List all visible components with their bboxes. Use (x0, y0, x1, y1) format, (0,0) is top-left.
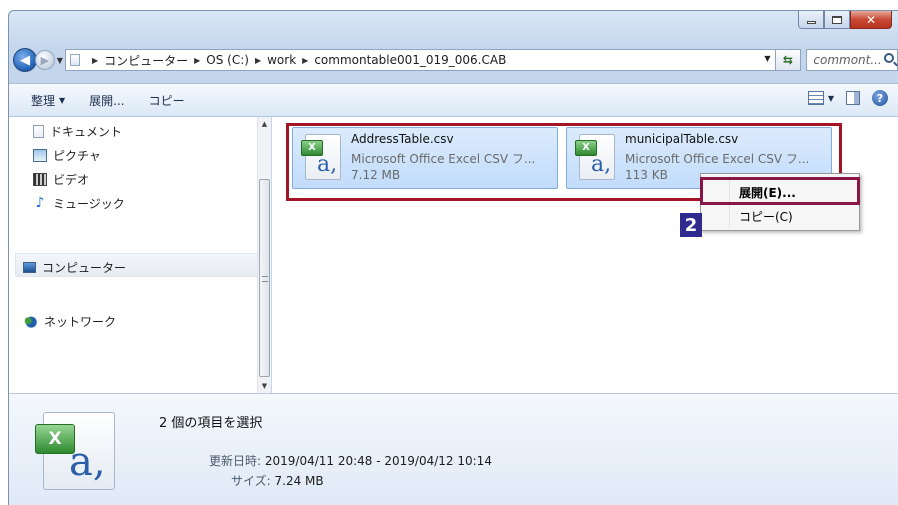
breadcrumb-separator-icon[interactable]: ▶ (194, 56, 200, 65)
preview-pane-icon[interactable] (846, 91, 860, 105)
grip-icon (262, 276, 268, 282)
chevron-down-icon: ▼ (59, 95, 66, 105)
pictures-icon (33, 149, 47, 162)
back-button[interactable]: ◀ (13, 48, 37, 72)
scroll-up-icon[interactable]: ▲ (258, 117, 271, 131)
copy-button[interactable]: コピー (149, 92, 185, 109)
maximize-button[interactable] (824, 11, 850, 29)
sidebar-item-computer[interactable]: コンピューター (23, 259, 126, 276)
refresh-button[interactable]: ⇆ (775, 49, 802, 71)
address-bar[interactable]: ▶ コンピューター ▶ OS (C:) ▶ work ▶ commontable… (64, 49, 776, 71)
explorer-window: ✕ ◀ ▶ ▼ ▶ コンピューター ▶ OS (C:) ▶ work ▶ com… (8, 10, 898, 505)
back-arrow-icon: ◀ (19, 52, 30, 68)
address-dropdown-icon[interactable]: ▼ (764, 54, 770, 63)
size-row: サイズ: 7.24 MB (231, 472, 324, 489)
forward-arrow-icon: ▶ (40, 53, 50, 67)
sidebar-item-label: ピクチャ (53, 149, 101, 163)
recent-pages-dropdown[interactable]: ▼ (57, 56, 63, 65)
search-input[interactable]: commont... (806, 49, 898, 71)
chevron-down-icon[interactable]: ▼ (828, 94, 834, 103)
organize-button[interactable]: 整理 ▼ (31, 92, 65, 109)
sidebar-item-label: コンピューター (42, 261, 127, 275)
sidebar-item-label: ネットワーク (44, 315, 117, 329)
close-button[interactable]: ✕ (850, 11, 892, 29)
breadcrumb-separator-icon[interactable]: ▶ (92, 56, 98, 65)
documents-icon (33, 125, 44, 138)
command-bar: 整理 ▼ 展開... コピー ▼ ? (9, 83, 898, 117)
video-icon (33, 173, 47, 186)
folder-icon (69, 54, 80, 66)
nav-scrollbar[interactable]: ▲ ▼ (257, 117, 271, 393)
extract-button[interactable]: 展開... (89, 92, 124, 109)
scroll-down-icon[interactable]: ▼ (258, 379, 271, 393)
breadcrumb-separator-icon[interactable]: ▶ (255, 56, 261, 65)
breadcrumb-separator-icon[interactable]: ▶ (302, 56, 308, 65)
details-pane: X a, 2 個の項目を選択 更新日時: 2019/04/11 20:48 - … (9, 393, 898, 505)
menu-item-copy[interactable]: コピー(C) (739, 208, 793, 225)
music-icon: ♪ (35, 195, 45, 211)
step-number-badge: 2 (680, 213, 702, 237)
network-icon (23, 315, 38, 328)
sidebar-item-label: ドキュメント (50, 125, 123, 139)
size-label: サイズ: (231, 474, 271, 488)
breadcrumb-cab[interactable]: commontable001_019_006.CAB (314, 53, 506, 67)
change-view-icon[interactable] (807, 91, 824, 105)
sidebar-item-pictures[interactable]: ピクチャ (33, 147, 101, 164)
search-icon[interactable] (883, 53, 894, 63)
refresh-icon: ⇆ (782, 53, 793, 67)
sidebar-item-label: ビデオ (53, 173, 90, 187)
sidebar-item-video[interactable]: ビデオ (33, 171, 89, 188)
breadcrumb-work[interactable]: work (267, 53, 296, 67)
modified-value: 2019/04/11 20:48 - 2019/04/12 10:14 (264, 454, 492, 468)
extract-label: 展開... (89, 93, 125, 108)
breadcrumb-drive[interactable]: OS (C:) (206, 53, 249, 67)
close-icon: ✕ (865, 12, 877, 27)
size-value: 7.24 MB (274, 474, 324, 488)
organize-label: 整理 (31, 93, 56, 108)
forward-button[interactable]: ▶ (34, 50, 55, 70)
breadcrumb-computer[interactable]: コンピューター (104, 52, 188, 69)
view-controls: ▼ ? (807, 90, 888, 106)
excel-csv-icon: X a, (33, 410, 123, 490)
sidebar-item-music[interactable]: ♪ ミュージック (33, 195, 125, 212)
minimize-icon (806, 21, 816, 24)
computer-icon (23, 262, 36, 273)
copy-label: コピー (148, 93, 185, 108)
scroll-thumb[interactable] (259, 179, 270, 377)
selection-count: 2 個の項目を選択 (159, 416, 263, 431)
address-row: ◀ ▶ ▼ ▶ コンピューター ▶ OS (C:) ▶ work ▶ commo… (13, 47, 898, 73)
modified-label: 更新日時: (209, 454, 262, 468)
modified-row: 更新日時: 2019/04/11 20:48 - 2019/04/12 10:1… (209, 452, 492, 469)
help-icon[interactable]: ? (872, 90, 888, 106)
search-placeholder: commont... (813, 53, 882, 67)
file-list-pane: X a, AddressTable.csv Microsoft Office E… (272, 117, 898, 393)
navigation-pane: ドキュメント ピクチャ ビデオ ♪ ミュージック コンピューター ネットワーク … (9, 117, 271, 393)
sidebar-item-network[interactable]: ネットワーク (23, 313, 116, 330)
caption-buttons: ✕ (798, 11, 892, 29)
sidebar-item-documents[interactable]: ドキュメント (33, 123, 122, 140)
minimize-button[interactable] (798, 11, 824, 29)
menu-highlight-annotation (700, 177, 860, 205)
sidebar-item-label: ミュージック (53, 197, 125, 211)
maximize-icon (832, 15, 842, 24)
